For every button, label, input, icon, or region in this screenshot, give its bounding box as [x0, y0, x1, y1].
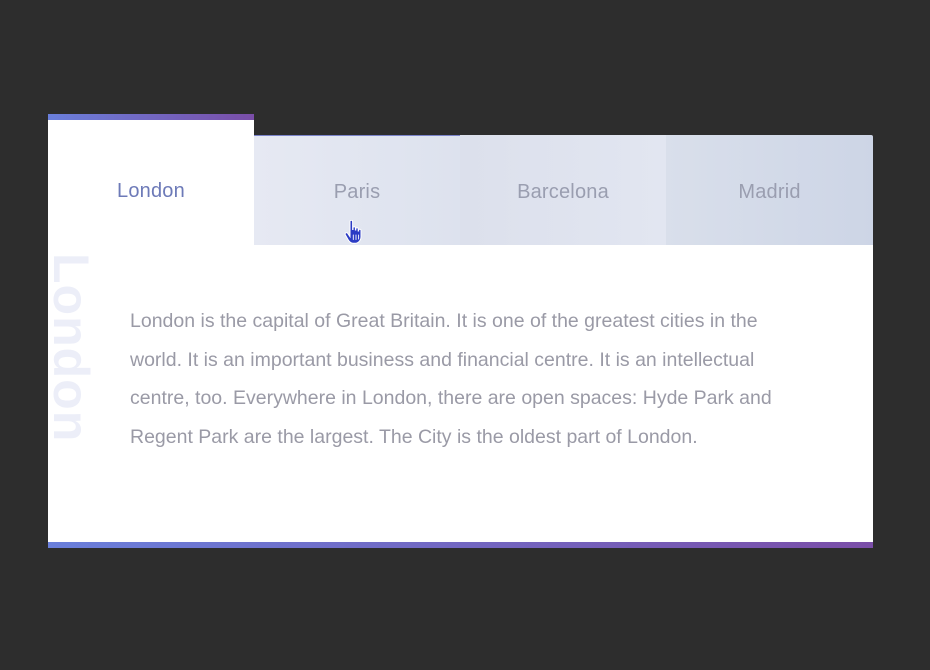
- tab-label: Madrid: [738, 180, 801, 203]
- tab-label: Barcelona: [517, 180, 609, 203]
- panel-watermark: London: [43, 253, 99, 443]
- tab-label: Paris: [333, 180, 381, 203]
- tab-barcelona[interactable]: Barcelona: [460, 135, 666, 245]
- city-tabs-widget: London Paris Barcelona Madrid London Lon…: [43, 114, 873, 548]
- hand-pointer-icon: [344, 220, 362, 244]
- tab-label: London: [117, 180, 185, 202]
- tab-madrid[interactable]: Madrid: [666, 135, 873, 245]
- panel-text: London is the capital of Great Britain. …: [130, 310, 772, 448]
- tab-bar: London Paris Barcelona Madrid: [48, 114, 873, 245]
- tab-panel: London London is the capital of Great Br…: [43, 245, 873, 548]
- tab-london[interactable]: London: [48, 114, 254, 245]
